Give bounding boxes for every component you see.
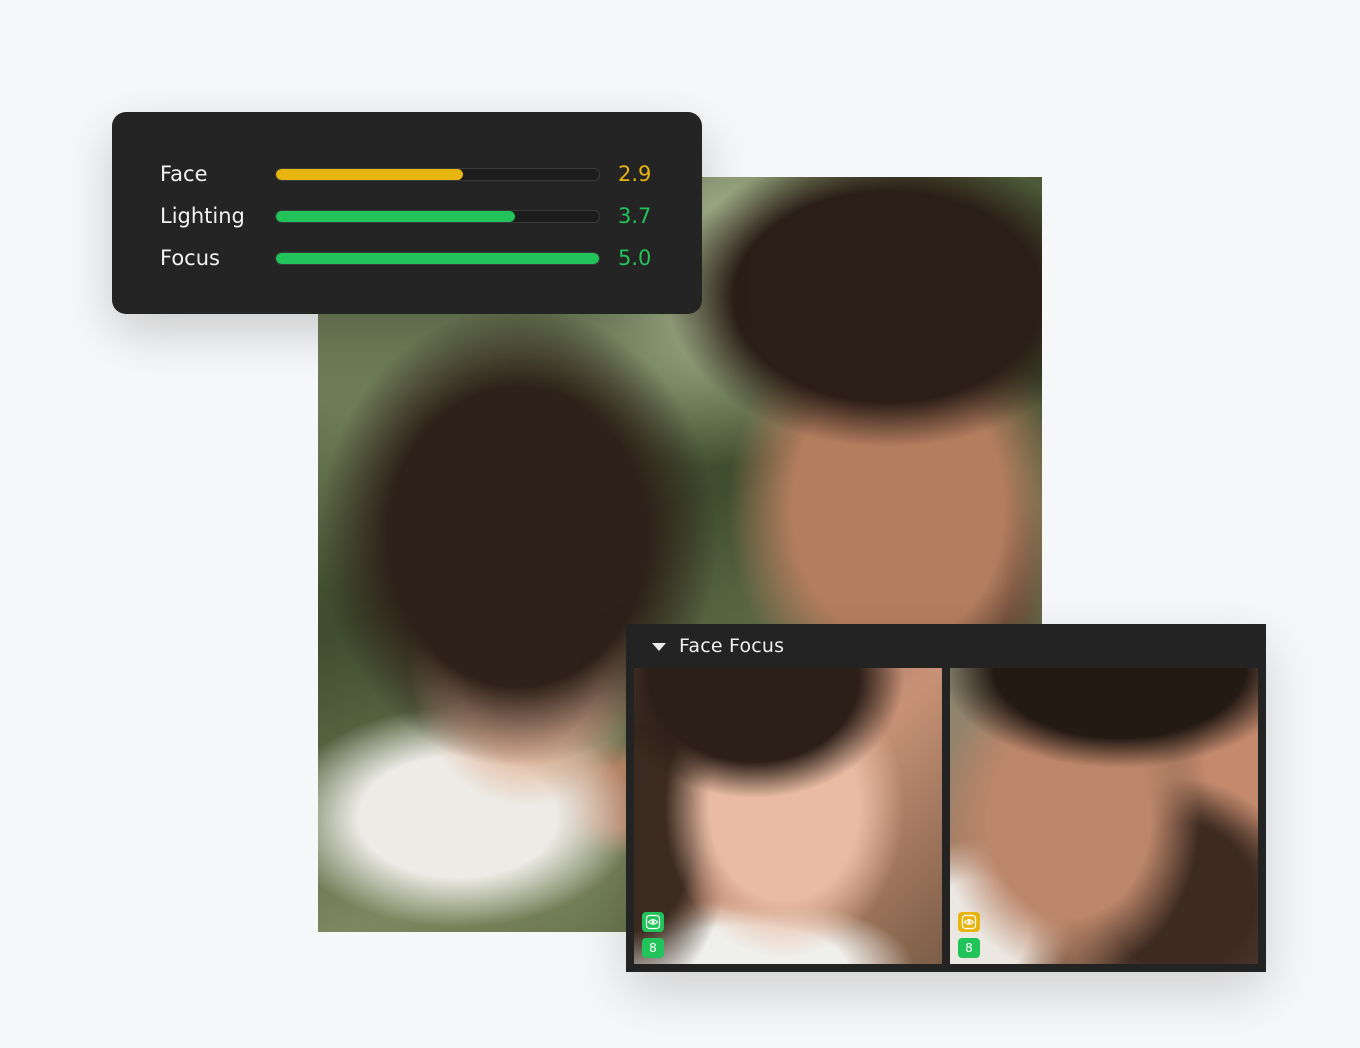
eye-icon bbox=[958, 912, 980, 932]
score-value: 5.0 bbox=[618, 246, 652, 270]
face-thumbnail-woman[interactable]: 8 bbox=[634, 668, 942, 964]
score-bar-fill bbox=[276, 253, 599, 264]
face-focus-title: Face Focus bbox=[679, 635, 785, 657]
score-card: Face 2.9 Lighting 3.7 Focus 5.0 bbox=[112, 112, 702, 314]
score-bar-fill bbox=[276, 211, 516, 222]
face-focus-panel: Face Focus 8 8 bbox=[626, 624, 1266, 972]
score-row-face: Face 2.9 bbox=[112, 153, 702, 195]
score-bar-fill bbox=[276, 169, 464, 180]
face-count-badge: 8 bbox=[958, 938, 980, 958]
score-label: Face bbox=[160, 162, 208, 186]
score-bar-track bbox=[275, 168, 600, 181]
score-row-focus: Focus 5.0 bbox=[112, 237, 702, 279]
face-thumbnail-man[interactable]: 8 bbox=[950, 668, 1258, 964]
score-value: 3.7 bbox=[618, 204, 652, 228]
score-value: 2.9 bbox=[618, 162, 652, 186]
eye-icon bbox=[642, 912, 664, 932]
face-count-badge: 8 bbox=[642, 938, 664, 958]
face-focus-header[interactable]: Face Focus bbox=[626, 624, 1266, 668]
score-bar-track bbox=[275, 252, 600, 265]
score-bar-track bbox=[275, 210, 600, 223]
score-label: Lighting bbox=[160, 204, 245, 228]
score-label: Focus bbox=[160, 246, 220, 270]
triangle-down-icon[interactable] bbox=[652, 643, 666, 651]
score-row-lighting: Lighting 3.7 bbox=[112, 195, 702, 237]
